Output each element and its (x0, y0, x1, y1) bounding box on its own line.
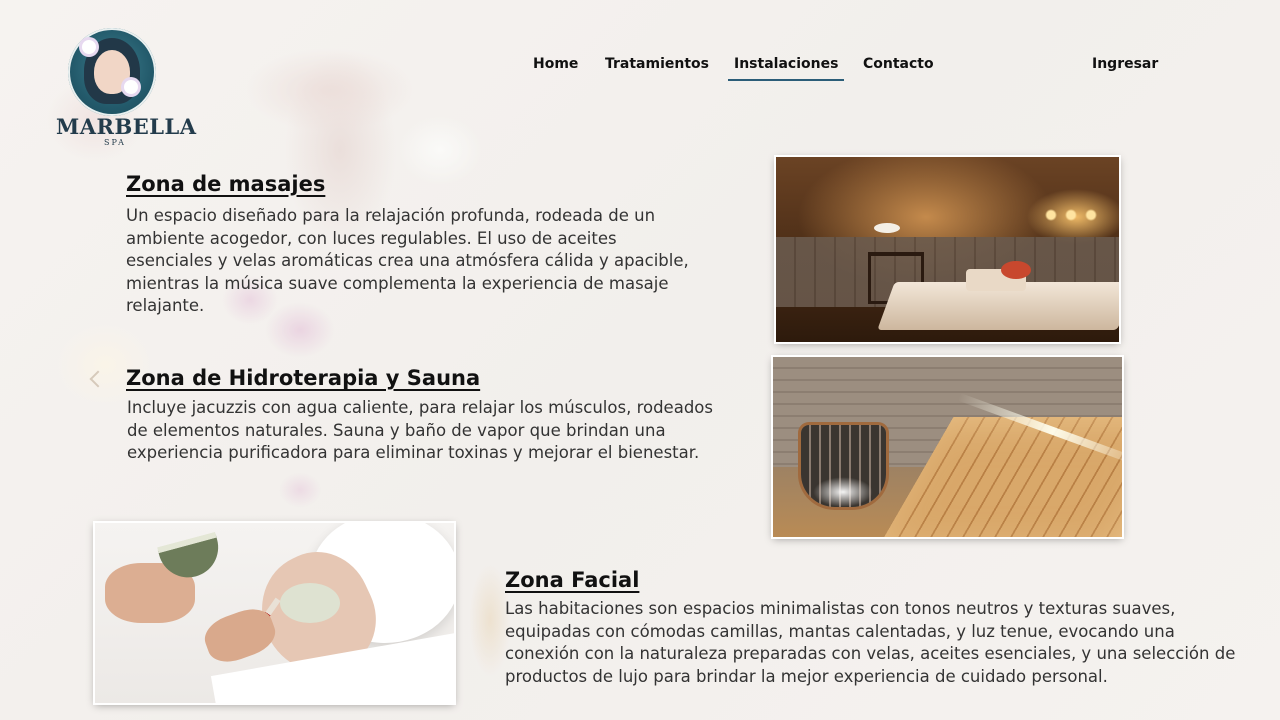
sauna-photo (773, 357, 1122, 537)
section-text-hidroterapia: Incluye jacuzzis con agua caliente, para… (127, 398, 713, 462)
brand-logo[interactable]: MARBELLA SPA (56, 28, 197, 150)
flower-icon (124, 80, 138, 94)
flower-icon (82, 40, 96, 54)
login-link[interactable]: Ingresar (1092, 56, 1158, 72)
section-title-masajes: Zona de masajes (126, 172, 326, 196)
nav-item-instalaciones[interactable]: Instalaciones (727, 56, 845, 81)
nav-item-contacto[interactable]: Contacto (863, 56, 934, 72)
brand-name: MARBELLA (56, 114, 197, 139)
nav-item-tratamientos[interactable]: Tratamientos (605, 56, 709, 72)
facial-treatment-photo (95, 523, 454, 703)
massage-room-photo (776, 157, 1119, 342)
section-text-masajes: Un espacio diseñado para la relajación p… (126, 206, 689, 315)
section-title-facial: Zona Facial (505, 568, 640, 592)
section-title-hidroterapia: Zona de Hidroterapia y Sauna (126, 366, 481, 390)
brand-sub: SPA (104, 138, 126, 147)
logo-emblem (68, 28, 156, 116)
nav-item-home[interactable]: Home (533, 56, 578, 72)
section-text-facial: Las habitaciones son espacios minimalist… (505, 599, 1236, 686)
